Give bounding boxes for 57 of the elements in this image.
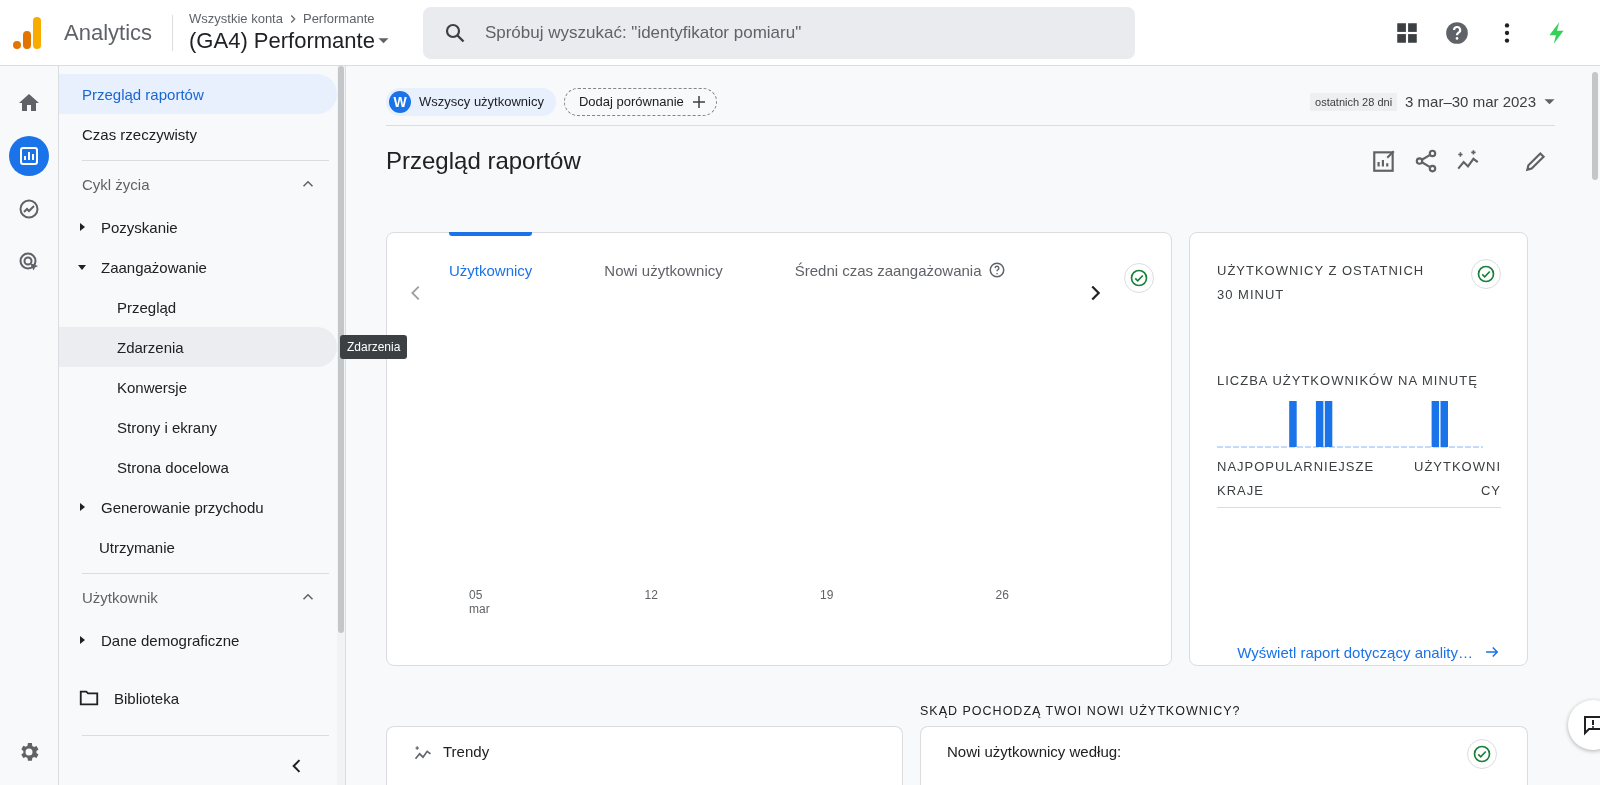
breadcrumb-link[interactable]: Performante bbox=[302, 11, 375, 26]
help-icon[interactable] bbox=[1444, 19, 1470, 46]
sidebar-item[interactable]: Przegląd bbox=[59, 287, 337, 327]
share-icon[interactable] bbox=[1413, 148, 1439, 175]
sidebar-item[interactable]: Dane demograficzne bbox=[59, 620, 337, 660]
axis-label: 05 mar bbox=[469, 588, 491, 617]
axis-label: 26 bbox=[995, 588, 1010, 605]
sidebar-item[interactable]: Strony i ekrany bbox=[59, 407, 337, 447]
app-name: Analytics bbox=[64, 19, 153, 46]
section-heading: SKĄD POCHODZĄ TWOI NOWI UŻYTKOWNICY? bbox=[920, 704, 1242, 718]
realtime-report-link[interactable]: Wyświetl raport dotyczący anality… bbox=[1217, 643, 1501, 661]
expand-triangle-icon[interactable] bbox=[77, 635, 87, 645]
bar-chart-icon[interactable] bbox=[9, 136, 49, 176]
sidebar-item[interactable]: Czas rzeczywisty bbox=[59, 114, 337, 154]
bar bbox=[1315, 401, 1324, 448]
metric-tab[interactable]: Nowi użytkownicy bbox=[604, 233, 723, 280]
sidebar-item[interactable]: Konwersje bbox=[59, 367, 337, 407]
metric-tab[interactable]: Średni czas zaangażowania bbox=[794, 233, 1006, 280]
sidebar-item[interactable]: Utrzymanie bbox=[59, 527, 337, 567]
dropdown-icon bbox=[377, 38, 389, 44]
card-title: Nowi użytkownicy według: bbox=[947, 743, 1122, 760]
search-bar[interactable]: Spróbuj wyszukać: "identyfikator pomiaru" bbox=[422, 6, 1135, 59]
bar bbox=[1289, 401, 1297, 448]
metric-tab[interactable]: Użytkownicy bbox=[449, 233, 533, 280]
feedback-icon bbox=[1581, 713, 1600, 737]
expand-triangle-icon[interactable] bbox=[77, 222, 87, 232]
axis-label: 12 bbox=[644, 588, 659, 605]
expand-triangle-icon[interactable] bbox=[77, 262, 87, 272]
segment-chip[interactable]: W Wszyscy użytkownicy bbox=[386, 87, 556, 116]
expand-triangle-icon[interactable] bbox=[77, 502, 87, 512]
section-header: Użytkownik bbox=[82, 588, 158, 606]
column-header: UŻYTKOWNICY bbox=[1413, 458, 1501, 501]
sidebar-item[interactable]: Pozyskanie bbox=[59, 207, 337, 247]
section-header: Cykl życia bbox=[82, 175, 150, 193]
tooltip: Zdarzenia bbox=[340, 335, 408, 359]
column-header: NAJPOPULARNIEJSZE KRAJE bbox=[1217, 458, 1376, 501]
library-item[interactable]: Biblioteka bbox=[59, 678, 337, 718]
bar bbox=[1324, 401, 1333, 448]
date-preset-label: ostatnich 28 dni bbox=[1310, 92, 1398, 111]
chart-title: LICZBA UŻYTKOWNIKÓW NA MINUTĘ bbox=[1217, 372, 1479, 391]
sidebar-item[interactable]: Strona docelowa bbox=[59, 447, 337, 487]
search-field[interactable]: Spróbuj wyszukać: "identyfikator pomiaru" bbox=[484, 22, 1115, 43]
sidebar-item[interactable]: Przegląd raportów bbox=[59, 74, 337, 114]
card-title: Trendy bbox=[443, 743, 490, 760]
sidebar-item[interactable]: Generowanie przychodu bbox=[59, 487, 337, 527]
bar bbox=[1431, 401, 1440, 448]
customize-report-icon[interactable] bbox=[1371, 148, 1397, 175]
axis-label: 19 bbox=[820, 588, 835, 605]
breadcrumb-link[interactable]: Wszystkie konta bbox=[189, 11, 283, 26]
sidebar-item[interactable]: Zaangażowanie bbox=[59, 247, 337, 287]
page-title: Przegląd raportów bbox=[386, 147, 581, 176]
help-icon[interactable] bbox=[987, 261, 1006, 280]
property-selector[interactable]: (GA4) Performante bbox=[189, 28, 389, 54]
date-range-picker[interactable]: 3 mar–30 mar 2023 bbox=[1405, 93, 1555, 111]
dropdown-icon bbox=[1544, 98, 1555, 105]
logo-icon bbox=[12, 15, 42, 50]
card-title: UŻYTKOWNICY Z OSTATNICH 30 MINUT bbox=[1217, 262, 1426, 305]
